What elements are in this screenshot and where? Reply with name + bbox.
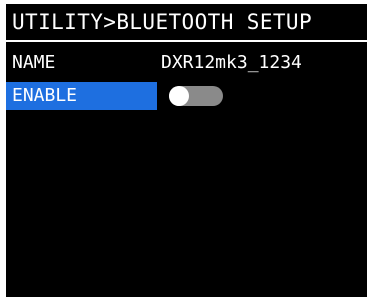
bluetooth-enable-toggle[interactable]	[169, 86, 223, 106]
screen-header: UTILITY>BLUETOOTH SETUP	[6, 4, 367, 42]
setting-row-name[interactable]: NAME DXR12mk3_1234	[6, 49, 367, 77]
setting-label-enable: ENABLE	[6, 82, 157, 110]
page-title: UTILITY>BLUETOOTH SETUP	[12, 10, 312, 34]
setting-label-name: NAME	[12, 52, 56, 73]
toggle-knob	[169, 86, 189, 106]
lcd-screen: UTILITY>BLUETOOTH SETUP NAME DXR12mk3_12…	[6, 4, 367, 297]
device-name-value[interactable]: DXR12mk3_1234	[161, 49, 302, 77]
setting-row-enable[interactable]: ENABLE	[6, 82, 367, 110]
